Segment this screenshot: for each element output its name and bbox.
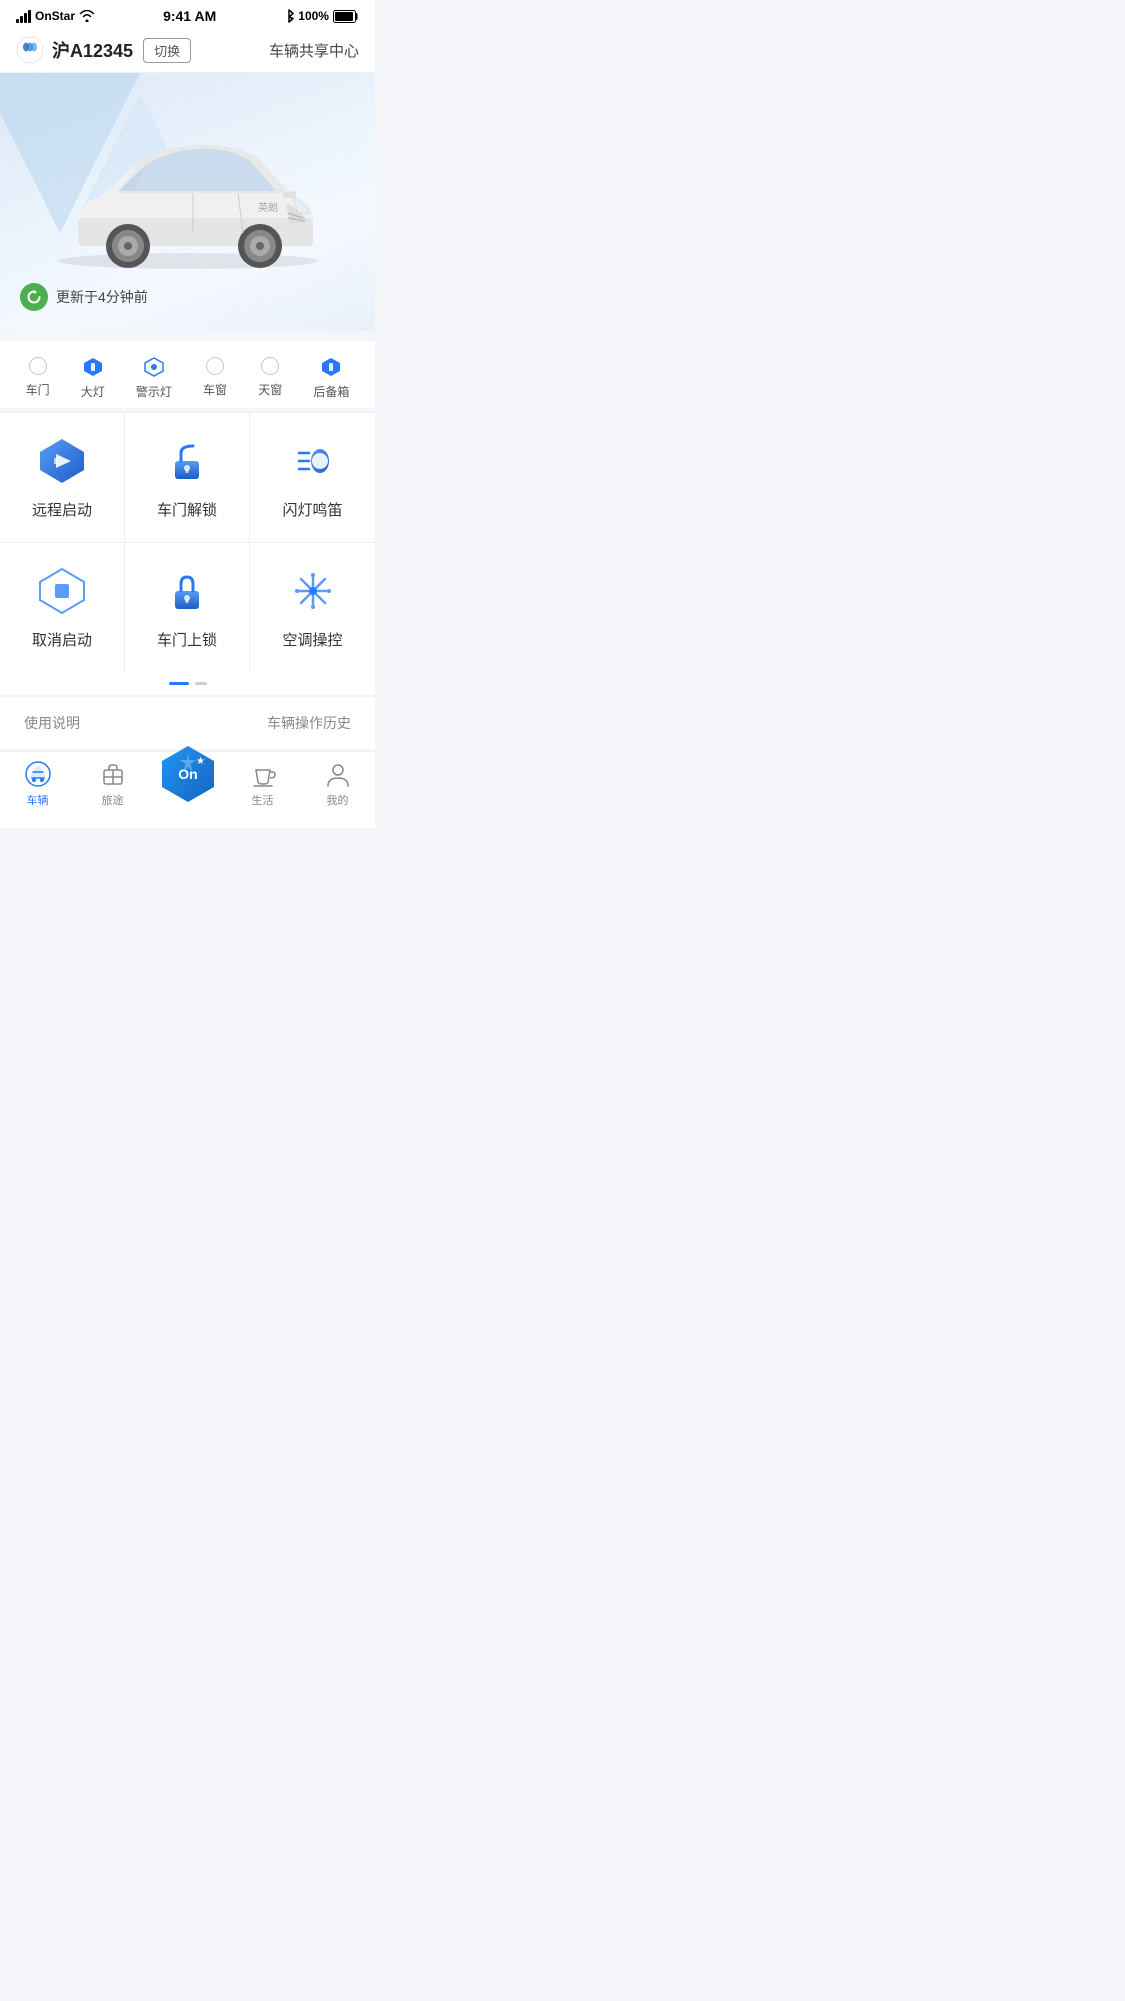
tab-life-label: 生活 bbox=[252, 792, 274, 808]
tab-travel-label: 旅途 bbox=[102, 792, 124, 808]
signal-icon bbox=[16, 10, 31, 23]
cancel-start-button[interactable]: 取消启动 bbox=[0, 543, 125, 672]
page-dot-2[interactable] bbox=[195, 682, 207, 685]
status-time: 9:41 AM bbox=[163, 8, 216, 24]
update-text: 更新于4分钟前 bbox=[56, 287, 148, 307]
profile-tab-icon bbox=[324, 760, 352, 788]
door-lock-label: 车门上锁 bbox=[157, 629, 217, 650]
tab-bar: 车辆 旅途 On ★ bbox=[0, 751, 375, 828]
tab-life[interactable]: 生活 bbox=[225, 760, 300, 808]
tab-profile-label: 我的 bbox=[327, 792, 349, 808]
cancel-start-label: 取消启动 bbox=[32, 629, 92, 650]
status-indicators: 车门 大灯 警示灯 车窗 天窗 bbox=[0, 341, 375, 408]
battery-percent: 100% bbox=[298, 9, 329, 23]
tab-travel[interactable]: 旅途 bbox=[75, 760, 150, 808]
hero-section: 英朗 更新于4分钟前 bbox=[0, 73, 375, 331]
operation-history-link[interactable]: 车辆操作历史 bbox=[267, 713, 351, 733]
door-dot bbox=[29, 357, 47, 375]
sunroof-dot bbox=[261, 357, 279, 375]
carrier-label: OnStar bbox=[35, 9, 75, 23]
usage-instructions-link[interactable]: 使用说明 bbox=[24, 713, 80, 733]
car-image: 英朗 bbox=[28, 103, 348, 273]
window-dot bbox=[206, 357, 224, 375]
hazard-label: 警示灯 bbox=[136, 383, 172, 400]
status-item-hazard[interactable]: 警示灯 bbox=[136, 357, 172, 400]
control-grid: 远程启动 车门解锁 bbox=[0, 412, 375, 672]
headlight-dot bbox=[83, 357, 103, 377]
window-label: 车窗 bbox=[203, 381, 227, 398]
trunk-dot bbox=[321, 357, 341, 377]
car-image-container: 英朗 bbox=[0, 73, 375, 283]
svg-text:英朗: 英朗 bbox=[258, 201, 278, 214]
ac-control-button[interactable]: 空调操控 bbox=[250, 543, 375, 672]
headlight-label: 大灯 bbox=[81, 383, 105, 400]
door-unlock-icon bbox=[161, 435, 213, 487]
door-label: 车门 bbox=[26, 381, 50, 398]
door-unlock-button[interactable]: 车门解锁 bbox=[125, 413, 250, 543]
remote-start-icon bbox=[36, 435, 88, 487]
buick-logo bbox=[16, 36, 44, 64]
ac-control-icon bbox=[287, 565, 339, 617]
bluetooth-icon bbox=[284, 9, 294, 23]
remote-start-button[interactable]: 远程启动 bbox=[0, 413, 125, 543]
header: 沪A12345 切换 车辆共享中心 bbox=[0, 28, 375, 73]
page-dot-1[interactable] bbox=[169, 682, 189, 685]
share-center-link[interactable]: 车辆共享中心 bbox=[269, 40, 359, 61]
refresh-icon bbox=[20, 283, 48, 311]
flash-horn-icon bbox=[287, 435, 339, 487]
update-status[interactable]: 更新于4分钟前 bbox=[0, 283, 375, 311]
door-lock-button[interactable]: 车门上锁 bbox=[125, 543, 250, 672]
door-unlock-label: 车门解锁 bbox=[157, 499, 217, 520]
svg-text:★: ★ bbox=[196, 756, 205, 767]
door-lock-icon bbox=[161, 565, 213, 617]
hazard-dot bbox=[144, 357, 164, 377]
life-tab-icon bbox=[249, 760, 277, 788]
status-left: OnStar bbox=[16, 9, 95, 23]
tab-profile[interactable]: 我的 bbox=[300, 760, 375, 808]
status-item-headlight[interactable]: 大灯 bbox=[81, 357, 105, 400]
wifi-icon bbox=[79, 10, 95, 22]
flash-horn-button[interactable]: 闪灯鸣笛 bbox=[250, 413, 375, 543]
onstar-tab-icon: On ★ bbox=[158, 744, 218, 804]
bottom-links: 使用说明 车辆操作历史 bbox=[0, 697, 375, 749]
tab-onstar[interactable]: On ★ bbox=[150, 744, 225, 804]
status-item-trunk[interactable]: 后备箱 bbox=[313, 357, 349, 400]
ac-control-label: 空调操控 bbox=[282, 629, 342, 650]
status-item-window[interactable]: 车窗 bbox=[203, 357, 227, 400]
remote-start-label: 远程启动 bbox=[32, 499, 92, 520]
tab-vehicle-label: 车辆 bbox=[27, 792, 49, 808]
battery-icon bbox=[333, 10, 359, 23]
status-right: 100% bbox=[284, 9, 359, 23]
status-item-sunroof[interactable]: 天窗 bbox=[258, 357, 282, 400]
trunk-label: 后备箱 bbox=[313, 383, 349, 400]
status-item-door[interactable]: 车门 bbox=[26, 357, 50, 400]
svg-text:On: On bbox=[178, 766, 197, 782]
switch-button[interactable]: 切换 bbox=[143, 38, 191, 63]
plate-number: 沪A12345 bbox=[52, 37, 133, 63]
car-tab-icon bbox=[24, 760, 52, 788]
travel-tab-icon bbox=[99, 760, 127, 788]
sunroof-label: 天窗 bbox=[258, 381, 282, 398]
tab-vehicle[interactable]: 车辆 bbox=[0, 760, 75, 808]
cancel-start-icon bbox=[36, 565, 88, 617]
pagination bbox=[0, 672, 375, 695]
status-bar: OnStar 9:41 AM 100% bbox=[0, 0, 375, 28]
flash-horn-label: 闪灯鸣笛 bbox=[282, 499, 342, 520]
